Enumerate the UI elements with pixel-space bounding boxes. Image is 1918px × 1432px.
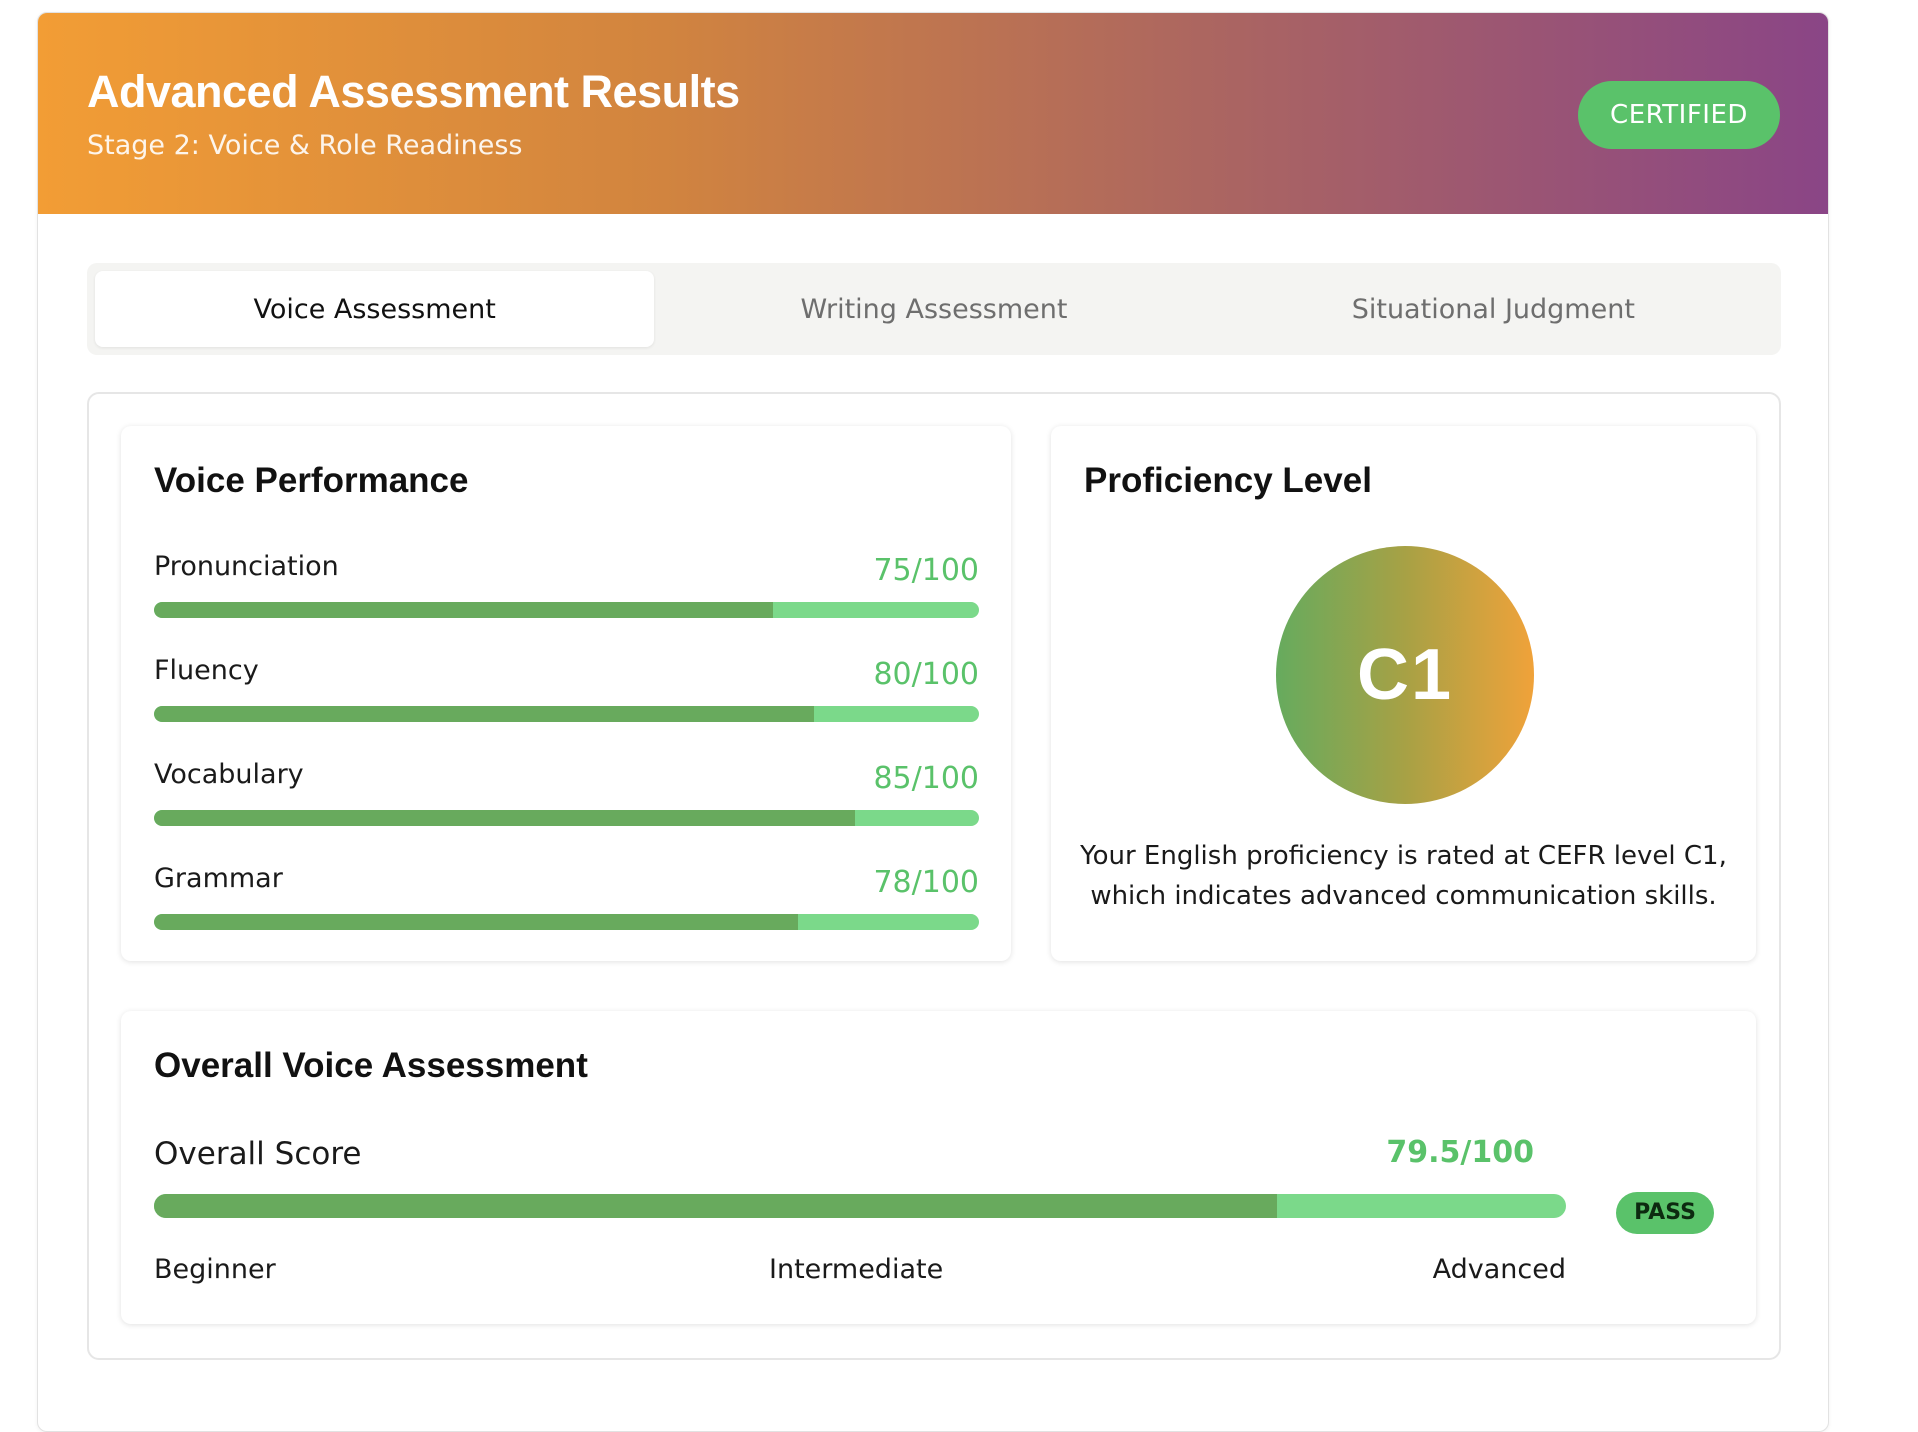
scale-label-beginner: Beginner: [154, 1254, 276, 1285]
progress-bar-fill: [154, 706, 814, 722]
tab-voice-assessment[interactable]: Voice Assessment: [95, 271, 655, 347]
certified-badge: CERTIFIED: [1578, 81, 1780, 149]
metric-value: 75/100: [873, 553, 979, 588]
pass-badge: PASS: [1616, 1192, 1714, 1234]
voice-performance-title: Voice Performance: [154, 461, 469, 500]
voice-performance-card: Voice Performance Pronunciation 75/100 F…: [121, 426, 1011, 961]
assessment-tabs: Voice Assessment Writing Assessment Situ…: [87, 263, 1781, 355]
metric-pronunciation: Pronunciation 75/100: [154, 551, 979, 621]
cefr-level-badge: C1: [1276, 546, 1534, 804]
progress-bar: [154, 602, 979, 618]
assessment-results-card: Advanced Assessment Results Stage 2: Voi…: [37, 12, 1829, 1432]
proficiency-level-title: Proficiency Level: [1084, 461, 1372, 500]
page-title: Advanced Assessment Results: [87, 66, 740, 117]
results-header: Advanced Assessment Results Stage 2: Voi…: [38, 13, 1828, 214]
progress-bar: [154, 810, 979, 826]
metric-value: 78/100: [873, 865, 979, 900]
metric-vocabulary: Vocabulary 85/100: [154, 759, 979, 829]
progress-bar: [154, 914, 979, 930]
overall-voice-assessment-card: Overall Voice Assessment Overall Score 7…: [121, 1011, 1756, 1324]
progress-bar-fill: [154, 602, 773, 618]
metric-value: 85/100: [873, 761, 979, 796]
scale-label-intermediate: Intermediate: [769, 1254, 944, 1285]
tab-writing-assessment[interactable]: Writing Assessment: [654, 271, 1213, 347]
proficiency-description: Your English proficiency is rated at CEF…: [1080, 841, 1727, 911]
progress-bar: [154, 706, 979, 722]
metric-value: 80/100: [873, 657, 979, 692]
progress-bar-fill: [154, 810, 856, 826]
overall-score-value: 79.5/100: [1386, 1135, 1534, 1170]
proficiency-level-card: Proficiency Level C1 Your English profic…: [1051, 426, 1756, 961]
metric-label: Fluency: [154, 655, 259, 686]
overall-assessment-title: Overall Voice Assessment: [154, 1046, 588, 1085]
overall-progress-bar-fill: [154, 1194, 1277, 1218]
tab-situational-judgment[interactable]: Situational Judgment: [1214, 271, 1773, 347]
page-subtitle: Stage 2: Voice & Role Readiness: [87, 130, 523, 161]
overall-score-label: Overall Score: [154, 1136, 362, 1172]
metric-grammar: Grammar 78/100: [154, 863, 979, 933]
metric-label: Grammar: [154, 863, 283, 894]
progress-bar-fill: [154, 914, 798, 930]
voice-assessment-panel: Voice Performance Pronunciation 75/100 F…: [87, 392, 1781, 1360]
scale-label-advanced: Advanced: [1432, 1254, 1566, 1285]
metric-label: Pronunciation: [154, 551, 339, 582]
overall-progress-bar: [154, 1194, 1566, 1218]
metric-label: Vocabulary: [154, 759, 304, 790]
metric-fluency: Fluency 80/100: [154, 655, 979, 725]
